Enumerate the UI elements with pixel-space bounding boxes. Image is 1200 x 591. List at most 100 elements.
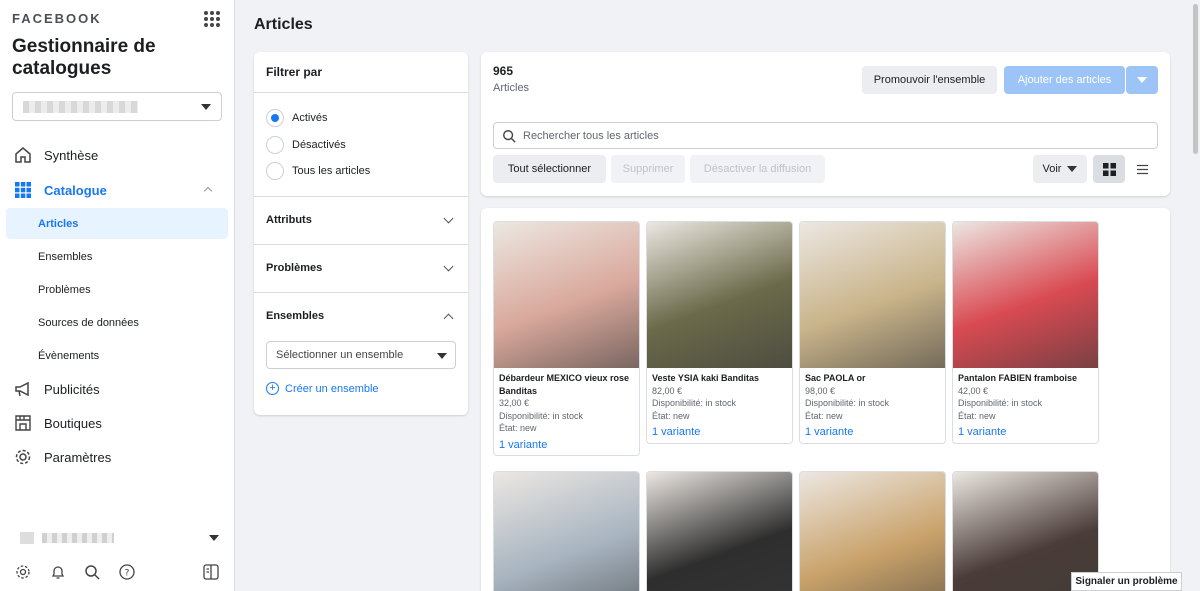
caret-down-icon xyxy=(1137,77,1147,83)
filter-panel: Filtrer par Activés Désactivés Tous les … xyxy=(254,52,468,415)
nav-boutiques[interactable]: Boutiques xyxy=(6,408,228,438)
product-image[interactable] xyxy=(800,472,945,591)
radio-deactivated[interactable]: Désactivés xyxy=(266,135,346,155)
radio-activated[interactable]: Activés xyxy=(266,108,327,128)
product-condition: État: new xyxy=(958,410,996,421)
gear-icon xyxy=(13,447,33,467)
grid-view-toggle[interactable] xyxy=(1093,155,1125,183)
page-scrollbar[interactable] xyxy=(1191,0,1200,591)
product-availability: Disponibilité: in stock xyxy=(652,398,737,408)
product-image[interactable] xyxy=(647,222,792,368)
product-image[interactable] xyxy=(800,222,945,368)
divider xyxy=(254,292,468,293)
product-price: 42,00 € xyxy=(958,385,989,396)
bell-icon[interactable] xyxy=(49,563,67,581)
section-attributs[interactable]: Attributs xyxy=(266,210,456,230)
facebook-logo[interactable]: FACEBOOK xyxy=(12,11,102,26)
search-input[interactable]: Rechercher tous les articles xyxy=(493,122,1158,149)
product-condition: État: new xyxy=(499,423,537,433)
radio-label: Activés xyxy=(292,112,328,124)
product-card[interactable] xyxy=(493,471,640,591)
products-grid: Débardeur MEXICO vieux rose Banditas 32,… xyxy=(481,208,1170,591)
view-dropdown-button[interactable]: Voir xyxy=(1033,155,1087,183)
search-icon[interactable] xyxy=(83,563,101,581)
product-card[interactable] xyxy=(799,471,946,591)
nav-sub-ensembles[interactable]: Ensembles xyxy=(6,241,228,272)
product-price: 82,00 € xyxy=(652,385,683,396)
product-condition: État: new xyxy=(805,410,843,421)
divider xyxy=(254,244,468,245)
caret-down-icon xyxy=(1067,166,1078,172)
divider xyxy=(254,92,468,93)
settings-gear-icon[interactable] xyxy=(14,563,32,581)
nav-label: Publicités xyxy=(44,381,100,397)
svg-text:?: ? xyxy=(125,569,130,579)
add-articles-dropdown[interactable] xyxy=(1126,66,1158,94)
nav-catalogue[interactable]: Catalogue xyxy=(6,175,228,205)
product-variant-link[interactable]: 1 variante xyxy=(958,426,1093,439)
deactivate-diffusion-button[interactable]: Désactiver la diffusion xyxy=(690,155,825,183)
nav-sub-articles[interactable]: Articles xyxy=(6,208,228,239)
product-availability: Disponibilité: in stock xyxy=(958,398,1043,408)
divider xyxy=(254,196,468,197)
section-ensembles[interactable]: Ensembles xyxy=(266,306,456,326)
business-selector[interactable] xyxy=(12,92,222,121)
product-image[interactable] xyxy=(494,472,639,591)
product-card[interactable]: Veste YSIA kaki Banditas 82,00 € Disponi… xyxy=(646,221,793,444)
nav-label: Paramètres xyxy=(44,449,112,465)
radio-button[interactable] xyxy=(266,162,284,180)
list-view-toggle[interactable] xyxy=(1126,155,1158,183)
apps-grid-icon[interactable] xyxy=(204,11,220,27)
product-name: Veste YSIA kaki Banditas xyxy=(652,373,760,383)
product-image[interactable] xyxy=(953,222,1098,368)
add-articles-button[interactable]: Ajouter des articles xyxy=(1004,66,1125,94)
create-ensemble-label: Créer un ensemble xyxy=(285,382,379,395)
search-icon xyxy=(503,129,516,143)
product-price: 32,00 € xyxy=(499,398,530,408)
sidebar-footer-icons: ? xyxy=(14,563,224,583)
nav-sub-evenements[interactable]: Évènements xyxy=(6,340,228,371)
radio-button-checked[interactable] xyxy=(266,109,284,127)
promote-set-button[interactable]: Promouvoir l'ensemble xyxy=(862,66,997,94)
delete-button[interactable]: Supprimer xyxy=(611,155,685,183)
account-selector[interactable] xyxy=(12,528,222,548)
product-variant-link[interactable]: 1 variante xyxy=(499,439,634,452)
nav-publicites[interactable]: Publicités xyxy=(6,374,228,404)
panel-toggle-icon[interactable] xyxy=(202,563,220,581)
filter-title: Filtrer par xyxy=(266,65,323,79)
report-problem-button[interactable]: Signaler un problème xyxy=(1071,572,1182,591)
section-label: Ensembles xyxy=(266,310,325,322)
product-image[interactable] xyxy=(494,222,639,368)
section-problemes[interactable]: Problèmes xyxy=(266,258,456,278)
product-variant-link[interactable]: 1 variante xyxy=(805,426,940,439)
nav-sub-problemes[interactable]: Problèmes xyxy=(6,274,228,305)
create-ensemble-link[interactable]: + Créer un ensemble xyxy=(266,382,379,395)
section-label: Attributs xyxy=(266,214,312,226)
blurred-account-name xyxy=(42,533,114,543)
chevron-up-icon xyxy=(443,313,454,323)
grid-view-icon xyxy=(1102,162,1116,176)
ensemble-select[interactable]: Sélectionner un ensemble xyxy=(266,341,456,369)
product-card[interactable]: Pantalon FABIEN framboise 42,00 € Dispon… xyxy=(952,221,1099,444)
catalog-summary-panel: 965 Articles Promouvoir l'ensemble Ajout… xyxy=(481,52,1170,196)
scrollbar-thumb[interactable] xyxy=(1193,4,1198,154)
view-label: Voir xyxy=(1042,163,1062,175)
product-card[interactable]: Débardeur MEXICO vieux rose Banditas 32,… xyxy=(493,221,640,456)
product-info: Pantalon FABIEN framboise 42,00 € Dispon… xyxy=(953,368,1098,443)
product-card[interactable] xyxy=(646,471,793,591)
radio-all-articles[interactable]: Tous les articles xyxy=(266,161,370,181)
shop-icon xyxy=(13,413,33,433)
product-variant-link[interactable]: 1 variante xyxy=(652,426,787,439)
select-all-button[interactable]: Tout sélectionner xyxy=(493,155,606,183)
product-image[interactable] xyxy=(647,472,792,591)
chevron-up-icon xyxy=(203,186,213,196)
product-card[interactable]: Sac PAOLA or 98,00 € Disponibilité: in s… xyxy=(799,221,946,444)
nav-parametres[interactable]: Paramètres xyxy=(6,442,228,472)
nav-synthese[interactable]: Synthèse xyxy=(6,140,228,170)
radio-button[interactable] xyxy=(266,136,284,154)
app-title: Gestionnaire de catalogues xyxy=(12,36,156,79)
nav-sub-sources[interactable]: Sources de données xyxy=(6,307,228,338)
plus-circle-icon: + xyxy=(266,382,279,395)
product-info: Veste YSIA kaki Banditas 82,00 € Disponi… xyxy=(647,368,792,443)
help-icon[interactable]: ? xyxy=(118,563,136,581)
